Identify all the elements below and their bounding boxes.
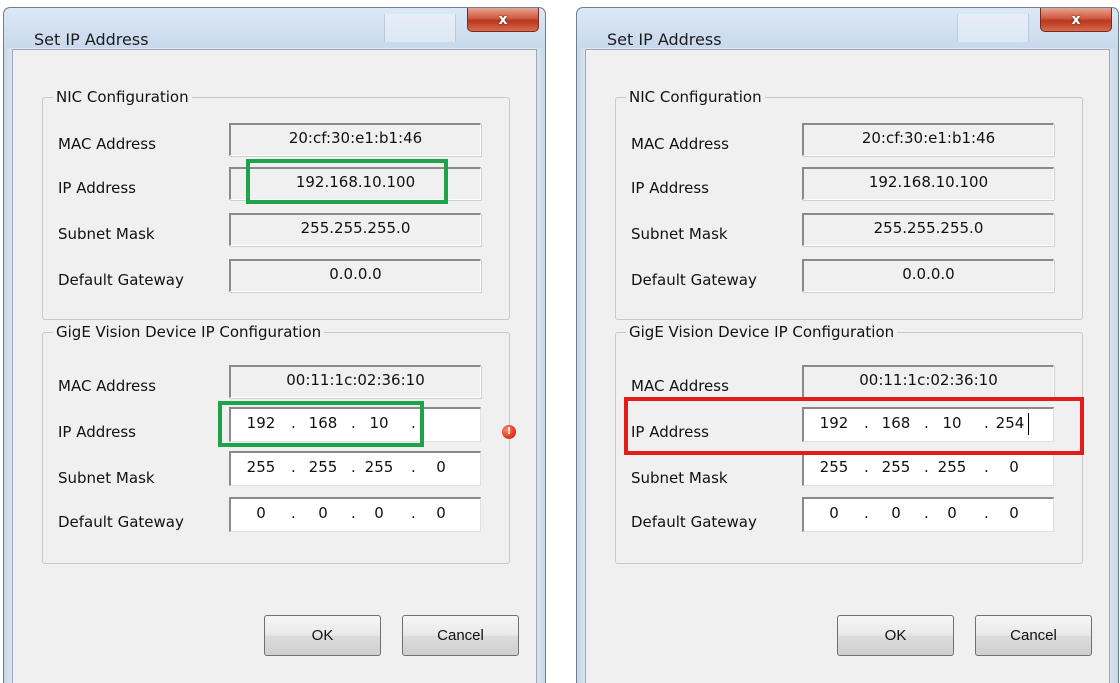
dialog-title: Set IP Address	[34, 30, 149, 49]
group-title: GigE Vision Device IP Configuration	[53, 323, 325, 341]
highlight-nic-ip	[246, 159, 448, 204]
nic-mac-label: MAC Address	[631, 135, 729, 153]
highlight-device-ip-partial	[218, 401, 424, 447]
ok-button[interactable]: OK	[837, 615, 954, 656]
device-subnet-input[interactable]: 255 . 255 . 255 . 0	[802, 451, 1054, 486]
subnet-octet-3[interactable]: 255	[359, 458, 399, 476]
device-gateway-label: Default Gateway	[631, 513, 757, 531]
close-icon: x	[1071, 11, 1081, 28]
device-gateway-input[interactable]: 0 . 0 . 0 . 0	[802, 497, 1054, 532]
group-title: GigE Vision Device IP Configuration	[626, 323, 898, 341]
ip-dot: .	[864, 504, 869, 522]
close-button[interactable]: x	[467, 8, 539, 32]
subnet-octet-3[interactable]: 255	[932, 458, 972, 476]
device-gateway-input[interactable]: 0 . 0 . 0 . 0	[229, 497, 481, 532]
device-ip-configuration-group: GigE Vision Device IP Configuration MAC …	[42, 323, 516, 564]
ok-button[interactable]: OK	[264, 615, 381, 656]
highlight-device-ip-full	[624, 397, 1084, 455]
set-ip-dialog-left: Set IP Address x NIC Configuration MAC A…	[3, 7, 546, 683]
dialog-client-area: NIC Configuration MAC Address 20:cf:30:e…	[585, 49, 1110, 683]
background-window-ghost	[957, 14, 1029, 42]
device-mac-label: MAC Address	[631, 377, 729, 395]
gateway-octet-1[interactable]: 0	[814, 504, 854, 522]
nic-configuration-group: NIC Configuration MAC Address 20:cf:30:e…	[42, 88, 510, 320]
ip-dot: .	[411, 504, 416, 522]
background-window-ghost	[384, 14, 456, 42]
nic-ip-label: IP Address	[58, 179, 136, 197]
gateway-octet-1[interactable]: 0	[241, 504, 281, 522]
subnet-octet-4[interactable]: 0	[994, 458, 1034, 476]
nic-subnet-label: Subnet Mask	[58, 225, 155, 243]
nic-gateway-label: Default Gateway	[631, 271, 757, 289]
ip-dot: .	[291, 458, 296, 476]
ip-dot: .	[351, 458, 356, 476]
ip-dot: .	[291, 504, 296, 522]
ip-dot: .	[924, 504, 929, 522]
nic-gateway-label: Default Gateway	[58, 271, 184, 289]
device-mac-label: MAC Address	[58, 377, 156, 395]
nic-mac-value: 20:cf:30:e1:b1:46	[229, 123, 481, 156]
nic-mac-label: MAC Address	[58, 135, 156, 153]
device-mac-value: 00:11:1c:02:36:10	[802, 365, 1054, 398]
nic-subnet-label: Subnet Mask	[631, 225, 728, 243]
gateway-octet-4[interactable]: 0	[421, 504, 461, 522]
ip-dot: .	[864, 458, 869, 476]
group-title: NIC Configuration	[53, 88, 192, 106]
nic-subnet-value: 255.255.255.0	[229, 213, 481, 246]
title-bar: Set IP Address x	[4, 8, 545, 49]
gateway-octet-3[interactable]: 0	[932, 504, 972, 522]
title-bar: Set IP Address x	[577, 8, 1118, 49]
ip-dot: .	[411, 458, 416, 476]
cancel-button[interactable]: Cancel	[975, 615, 1092, 656]
group-title: NIC Configuration	[626, 88, 765, 106]
close-button[interactable]: x	[1040, 8, 1112, 32]
dialog-title: Set IP Address	[607, 30, 722, 49]
ip-dot: .	[351, 504, 356, 522]
subnet-octet-2[interactable]: 255	[303, 458, 343, 476]
nic-ip-value: 192.168.10.100	[802, 167, 1054, 200]
device-subnet-label: Subnet Mask	[58, 469, 155, 487]
device-subnet-input[interactable]: 255 . 255 . 255 . 0	[229, 451, 481, 486]
device-mac-value: 00:11:1c:02:36:10	[229, 365, 481, 398]
subnet-octet-4[interactable]: 0	[421, 458, 461, 476]
gateway-octet-2[interactable]: 0	[303, 504, 343, 522]
ip-dot: .	[984, 458, 989, 476]
device-gateway-label: Default Gateway	[58, 513, 184, 531]
dialog-client-area: NIC Configuration MAC Address 20:cf:30:e…	[12, 49, 537, 683]
subnet-octet-2[interactable]: 255	[876, 458, 916, 476]
nic-ip-label: IP Address	[631, 179, 709, 197]
gateway-octet-4[interactable]: 0	[994, 504, 1034, 522]
ip-dot: .	[984, 504, 989, 522]
nic-configuration-group: NIC Configuration MAC Address 20:cf:30:e…	[615, 88, 1083, 320]
set-ip-dialog-right: Set IP Address x NIC Configuration MAC A…	[576, 7, 1119, 683]
error-icon: !	[502, 425, 516, 439]
nic-gateway-value: 0.0.0.0	[802, 259, 1054, 292]
nic-gateway-value: 0.0.0.0	[229, 259, 481, 292]
close-icon: x	[498, 11, 508, 28]
nic-mac-value: 20:cf:30:e1:b1:46	[802, 123, 1054, 156]
ip-dot: .	[924, 458, 929, 476]
device-ip-label: IP Address	[58, 423, 136, 441]
nic-subnet-value: 255.255.255.0	[802, 213, 1054, 246]
device-subnet-label: Subnet Mask	[631, 469, 728, 487]
subnet-octet-1[interactable]: 255	[814, 458, 854, 476]
cancel-button[interactable]: Cancel	[402, 615, 519, 656]
gateway-octet-3[interactable]: 0	[359, 504, 399, 522]
gateway-octet-2[interactable]: 0	[876, 504, 916, 522]
subnet-octet-1[interactable]: 255	[241, 458, 281, 476]
